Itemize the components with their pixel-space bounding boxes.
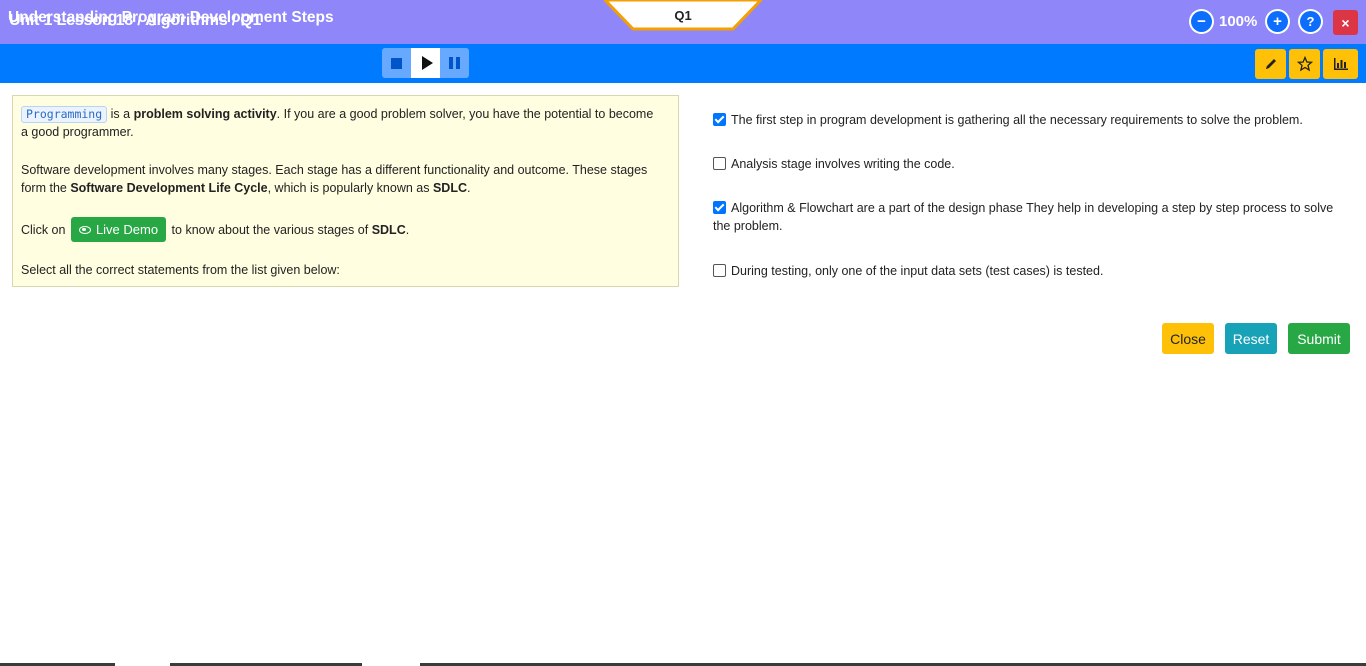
stop-button[interactable] bbox=[382, 48, 411, 78]
submit-button[interactable]: Submit bbox=[1288, 323, 1350, 354]
programming-code-tag: Programming bbox=[21, 106, 108, 123]
play-icon bbox=[421, 56, 433, 70]
live-demo-button[interactable]: Live Demo bbox=[70, 217, 167, 242]
zoom-level: 100% bbox=[1219, 13, 1258, 30]
star-button[interactable] bbox=[1289, 49, 1320, 79]
close-window-button[interactable]: × bbox=[1333, 10, 1358, 35]
question-info-panel: Programming is a problem solving activit… bbox=[12, 95, 679, 287]
option-4[interactable]: During testing, only one of the input da… bbox=[713, 262, 1343, 280]
checkbox-1[interactable] bbox=[713, 113, 726, 126]
close-icon: × bbox=[1341, 14, 1350, 31]
sdlc-paragraph: Software development involves many stage… bbox=[21, 163, 648, 195]
bar-chart-icon bbox=[1333, 58, 1348, 70]
pause-icon bbox=[449, 57, 460, 69]
close-button[interactable]: Close bbox=[1162, 323, 1214, 354]
star-icon bbox=[1296, 56, 1313, 72]
zoom-in-button[interactable]: + bbox=[1265, 9, 1290, 34]
option-3[interactable]: Algorithm & Flowchart are a part of the … bbox=[713, 199, 1343, 235]
header-bar bbox=[0, 44, 1366, 83]
zoom-out-button[interactable]: − bbox=[1189, 9, 1214, 34]
help-button[interactable]: ? bbox=[1298, 9, 1323, 34]
plus-icon: + bbox=[1267, 11, 1288, 32]
question-icon: ? bbox=[1300, 11, 1321, 32]
option-1[interactable]: The first step in program development is… bbox=[713, 111, 1343, 129]
minus-icon: − bbox=[1191, 11, 1212, 32]
reset-button[interactable]: Reset bbox=[1225, 323, 1277, 354]
play-button[interactable] bbox=[411, 48, 440, 78]
checkbox-3[interactable] bbox=[713, 201, 726, 214]
stop-icon bbox=[391, 57, 402, 69]
pencil-icon bbox=[1265, 59, 1276, 69]
media-controls bbox=[382, 48, 469, 78]
live-demo-paragraph: Click on Live Demo to know about the var… bbox=[21, 217, 409, 243]
option-2[interactable]: Analysis stage involves writing the code… bbox=[713, 155, 1343, 173]
checkbox-2[interactable] bbox=[713, 157, 726, 170]
checkbox-4[interactable] bbox=[713, 264, 726, 277]
instruction-text: Select all the correct statements from t… bbox=[21, 263, 340, 277]
eye-icon bbox=[78, 225, 91, 234]
pencil-button[interactable] bbox=[1255, 49, 1286, 79]
bar-chart-button[interactable] bbox=[1323, 49, 1358, 79]
question-tab[interactable]: Q1 bbox=[604, 0, 762, 32]
question-tab-label: Q1 bbox=[674, 8, 692, 23]
intro-paragraph: Programming is a problem solving activit… bbox=[21, 106, 654, 139]
page-title: Understanding Program Development Steps bbox=[8, 9, 334, 26]
pause-button[interactable] bbox=[440, 48, 469, 78]
